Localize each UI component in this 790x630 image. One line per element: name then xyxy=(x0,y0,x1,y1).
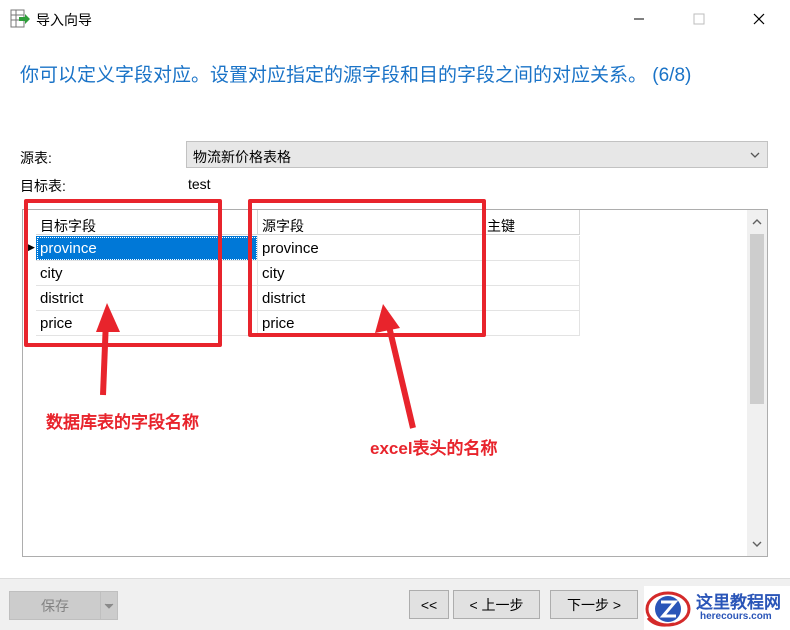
annotation-arrowhead-left xyxy=(96,303,120,332)
save-button[interactable]: 保存 xyxy=(9,591,101,620)
z-logo-icon xyxy=(645,591,691,627)
annotation-label-excel-headers: excel表头的名称 xyxy=(370,439,498,458)
first-step-button[interactable]: << xyxy=(409,590,449,619)
annotation-label-database-fields: 数据库表的字段名称 xyxy=(46,413,199,432)
watermark-url: herecours.com xyxy=(700,611,772,622)
next-step-button[interactable]: 下一步 > xyxy=(550,590,638,619)
annotation-arrows xyxy=(96,303,416,429)
watermark-title: 这里教程网 xyxy=(696,593,781,613)
save-dropdown-button[interactable] xyxy=(100,591,118,620)
watermark: 这里教程网 herecours.com xyxy=(644,586,790,630)
previous-step-button[interactable]: < 上一步 xyxy=(453,590,540,619)
import-wizard-window: 导入向导 你可以定义字段对应。设置对应指定的源字段和目的字段之间的对应关系。 (… xyxy=(0,0,790,630)
annotation-arrowhead-right xyxy=(375,304,400,333)
annotation-arrow-right xyxy=(385,321,416,429)
